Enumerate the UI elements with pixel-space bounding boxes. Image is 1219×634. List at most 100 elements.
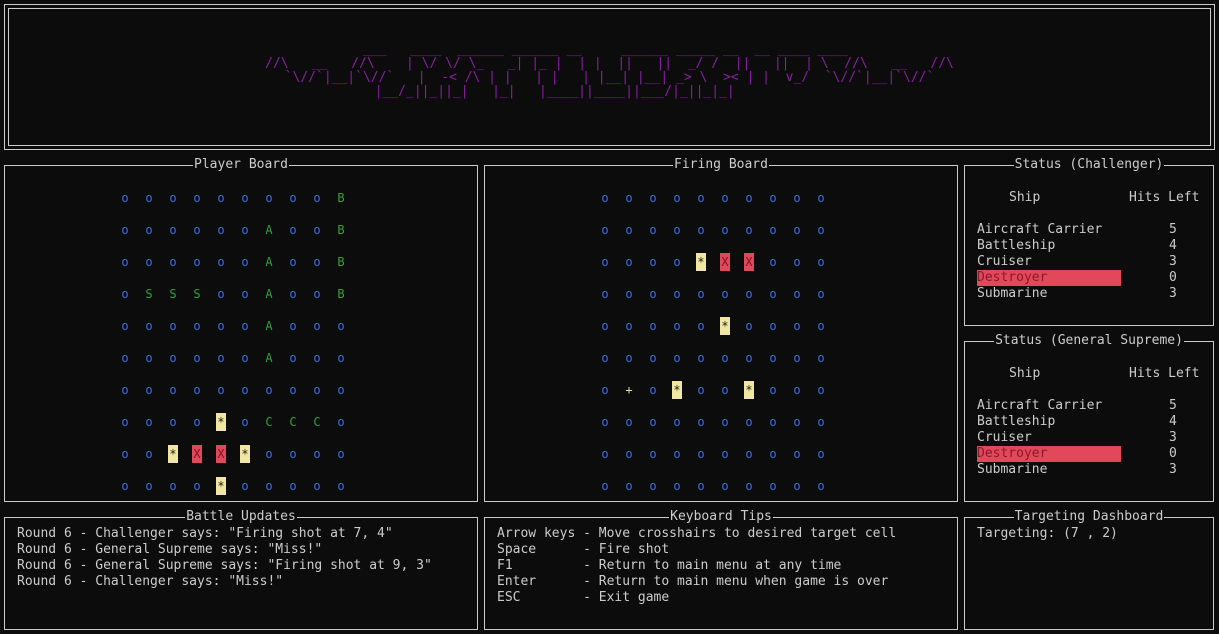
water-cell[interactable]: o (600, 477, 610, 495)
water-cell[interactable]: o (696, 221, 706, 239)
water-cell[interactable]: o (720, 189, 730, 207)
water-cell[interactable]: o (816, 445, 826, 463)
water-cell[interactable]: o (648, 445, 658, 463)
water-cell[interactable]: o (696, 477, 706, 495)
water-cell[interactable]: o (648, 221, 658, 239)
water-cell[interactable]: o (768, 189, 778, 207)
water-cell[interactable]: o (768, 477, 778, 495)
water-cell[interactable]: o (648, 349, 658, 367)
water-cell[interactable]: o (624, 221, 634, 239)
water-cell[interactable]: o (768, 285, 778, 303)
water-cell[interactable]: o (600, 189, 610, 207)
water-cell[interactable]: o (720, 285, 730, 303)
water-cell[interactable]: o (624, 445, 634, 463)
water-cell[interactable]: o (792, 221, 802, 239)
water-cell[interactable]: o (648, 285, 658, 303)
water-cell[interactable]: o (768, 221, 778, 239)
miss-cell[interactable]: * (744, 381, 754, 399)
water-cell[interactable]: o (744, 317, 754, 335)
water-cell[interactable]: o (624, 477, 634, 495)
water-cell[interactable]: o (600, 253, 610, 271)
water-cell[interactable]: o (816, 349, 826, 367)
water-cell[interactable]: o (648, 189, 658, 207)
water-cell[interactable]: o (696, 349, 706, 367)
water-cell[interactable]: o (720, 477, 730, 495)
water-cell[interactable]: o (744, 189, 754, 207)
water-cell[interactable]: o (768, 253, 778, 271)
miss-cell[interactable]: * (672, 381, 682, 399)
water-cell[interactable]: o (720, 349, 730, 367)
water-cell[interactable]: o (744, 285, 754, 303)
water-cell[interactable]: o (768, 349, 778, 367)
water-cell[interactable]: o (720, 413, 730, 431)
water-cell[interactable]: o (816, 381, 826, 399)
water-cell[interactable]: o (600, 381, 610, 399)
water-cell[interactable]: o (720, 445, 730, 463)
water-cell[interactable]: o (696, 381, 706, 399)
water-cell[interactable]: o (672, 445, 682, 463)
crosshair-cell[interactable]: + (624, 381, 634, 399)
water-cell[interactable]: o (744, 477, 754, 495)
water-cell[interactable]: o (672, 221, 682, 239)
water-cell[interactable]: o (792, 349, 802, 367)
water-cell[interactable]: o (648, 381, 658, 399)
water-cell[interactable]: o (624, 349, 634, 367)
water-cell[interactable]: o (648, 317, 658, 335)
water-cell[interactable]: o (816, 189, 826, 207)
water-cell[interactable]: o (672, 285, 682, 303)
water-cell[interactable]: o (600, 445, 610, 463)
water-cell[interactable]: o (816, 317, 826, 335)
water-cell[interactable]: o (792, 253, 802, 271)
water-cell[interactable]: o (792, 317, 802, 335)
water-cell[interactable]: o (768, 317, 778, 335)
water-cell[interactable]: o (792, 285, 802, 303)
water-cell[interactable]: o (720, 221, 730, 239)
water-cell[interactable]: o (768, 381, 778, 399)
water-cell[interactable]: o (792, 381, 802, 399)
water-cell[interactable]: o (816, 253, 826, 271)
water-cell[interactable]: o (792, 477, 802, 495)
water-cell[interactable]: o (672, 253, 682, 271)
water-cell[interactable]: o (624, 189, 634, 207)
water-cell[interactable]: o (672, 349, 682, 367)
water-cell[interactable]: o (600, 317, 610, 335)
water-cell[interactable]: o (600, 349, 610, 367)
water-cell[interactable]: o (792, 413, 802, 431)
water-cell[interactable]: o (648, 413, 658, 431)
water-cell[interactable]: o (816, 221, 826, 239)
water-cell[interactable]: o (744, 221, 754, 239)
water-cell[interactable]: o (624, 253, 634, 271)
water-cell[interactable]: o (600, 221, 610, 239)
miss-cell[interactable]: * (720, 317, 730, 335)
water-cell[interactable]: o (792, 189, 802, 207)
water-cell[interactable]: o (648, 477, 658, 495)
water-cell[interactable]: o (624, 317, 634, 335)
water-cell[interactable]: o (672, 413, 682, 431)
water-cell[interactable]: o (768, 445, 778, 463)
water-cell[interactable]: o (672, 189, 682, 207)
water-cell[interactable]: o (792, 445, 802, 463)
water-cell[interactable]: o (624, 413, 634, 431)
water-cell[interactable]: o (672, 477, 682, 495)
water-cell[interactable]: o (672, 317, 682, 335)
hit-cell[interactable]: X (744, 253, 754, 271)
water-cell[interactable]: o (600, 413, 610, 431)
water-cell[interactable]: o (744, 445, 754, 463)
water-cell[interactable]: o (696, 189, 706, 207)
water-cell[interactable]: o (696, 445, 706, 463)
water-cell[interactable]: o (816, 285, 826, 303)
water-cell[interactable]: o (768, 413, 778, 431)
water-cell[interactable]: o (744, 413, 754, 431)
water-cell[interactable]: o (600, 285, 610, 303)
water-cell[interactable]: o (816, 477, 826, 495)
miss-cell[interactable]: * (696, 253, 706, 271)
water-cell[interactable]: o (744, 349, 754, 367)
water-cell[interactable]: o (696, 317, 706, 335)
water-cell[interactable]: o (624, 285, 634, 303)
water-cell[interactable]: o (648, 253, 658, 271)
water-cell[interactable]: o (720, 381, 730, 399)
water-cell[interactable]: o (696, 413, 706, 431)
water-cell[interactable]: o (696, 285, 706, 303)
water-cell[interactable]: o (816, 413, 826, 431)
hit-cell[interactable]: X (720, 253, 730, 271)
